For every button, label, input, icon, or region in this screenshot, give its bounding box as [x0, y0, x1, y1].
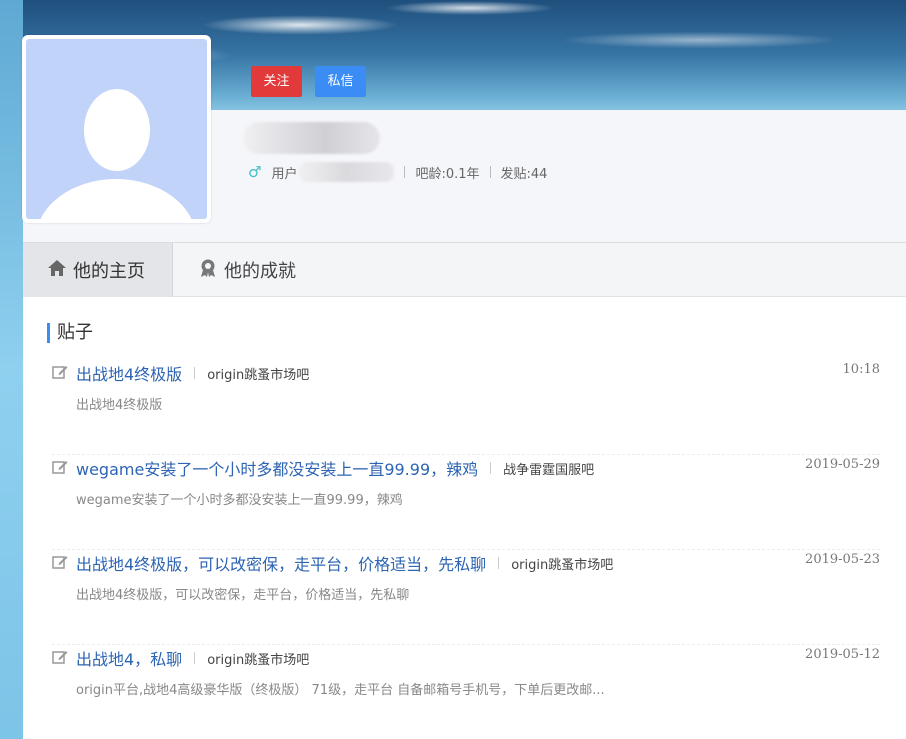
default-avatar-icon	[26, 39, 207, 219]
tab-achievements[interactable]: 他的成就	[174, 243, 354, 297]
forum-divider	[194, 652, 196, 664]
post-time: 2019-05-12	[805, 647, 880, 662]
post-summary: 出战地4终极版	[76, 398, 163, 413]
post-summary: origin平台,战地4高级豪华版（终极版） 71级，走平台 自备邮箱号手机号，…	[76, 683, 605, 698]
forum-divider	[194, 367, 196, 379]
edit-icon	[52, 459, 68, 480]
post-item[interactable]: 出战地4，私聊 origin跳蚤市场吧 2019-05-12 origin平台,…	[52, 645, 880, 739]
user-prefix-label: 用户	[271, 166, 298, 182]
badge-icon	[198, 258, 218, 283]
post-title-link[interactable]: 出战地4终极版，可以改密保，走平台，价格适当，先私聊	[76, 551, 486, 575]
follow-button[interactable]: 关注	[251, 66, 302, 97]
meta-divider	[489, 166, 491, 178]
tab-home[interactable]: 他的主页	[23, 243, 173, 297]
post-item[interactable]: 出战地4终极版，可以改密保，走平台，价格适当，先私聊 origin跳蚤市场吧 2…	[52, 550, 880, 645]
tab-achievements-label: 他的成就	[224, 261, 296, 282]
forum-divider	[498, 557, 500, 569]
post-item[interactable]: wegame安装了一个小时多都没安装上一直99.99，辣鸡 战争雷霆国服吧 20…	[52, 455, 880, 550]
post-summary: wegame安装了一个小时多都没安装上一直99.99，辣鸡	[76, 493, 403, 508]
message-button[interactable]: 私信	[315, 66, 366, 97]
profile-tabbar: 他的主页 他的成就	[23, 243, 906, 297]
tab-home-label: 他的主页	[73, 261, 145, 282]
user-id-redacted	[299, 162, 395, 182]
post-title-link[interactable]: wegame安装了一个小时多都没安装上一直99.99，辣鸡	[76, 456, 478, 480]
post-forum-link[interactable]: origin跳蚤市场吧	[207, 649, 309, 668]
post-summary: 出战地4终极版，可以改密保，走平台，价格适当，先私聊	[76, 588, 410, 603]
edit-icon	[52, 364, 68, 385]
edit-icon	[52, 649, 68, 670]
username-redacted	[243, 122, 380, 154]
post-time: 2019-05-23	[805, 552, 880, 567]
post-title-link[interactable]: 出战地4终极版	[76, 361, 182, 385]
bar-age: 吧龄:0.1年	[415, 166, 480, 182]
post-time: 2019-05-29	[805, 457, 880, 472]
post-forum-link[interactable]: 战争雷霆国服吧	[503, 459, 594, 478]
avatar[interactable]	[22, 35, 211, 223]
profile-meta-row: ♂ 用户 吧龄:0.1年 发贴:44	[248, 162, 547, 182]
home-icon	[47, 259, 67, 282]
posts-section-title: 贴子	[47, 323, 93, 343]
male-icon: ♂	[248, 163, 262, 181]
post-forum-link[interactable]: origin跳蚤市场吧	[511, 554, 613, 573]
post-count: 发贴:44	[500, 166, 548, 182]
post-title-link[interactable]: 出战地4，私聊	[76, 646, 182, 670]
meta-divider	[404, 166, 406, 178]
forum-divider	[490, 462, 492, 474]
post-forum-link[interactable]: origin跳蚤市场吧	[207, 364, 309, 383]
post-item[interactable]: 出战地4终极版 origin跳蚤市场吧 10:18 出战地4终极版	[52, 360, 880, 455]
edit-icon	[52, 554, 68, 575]
page-background-strip	[0, 0, 23, 739]
post-time: 10:18	[842, 362, 880, 377]
